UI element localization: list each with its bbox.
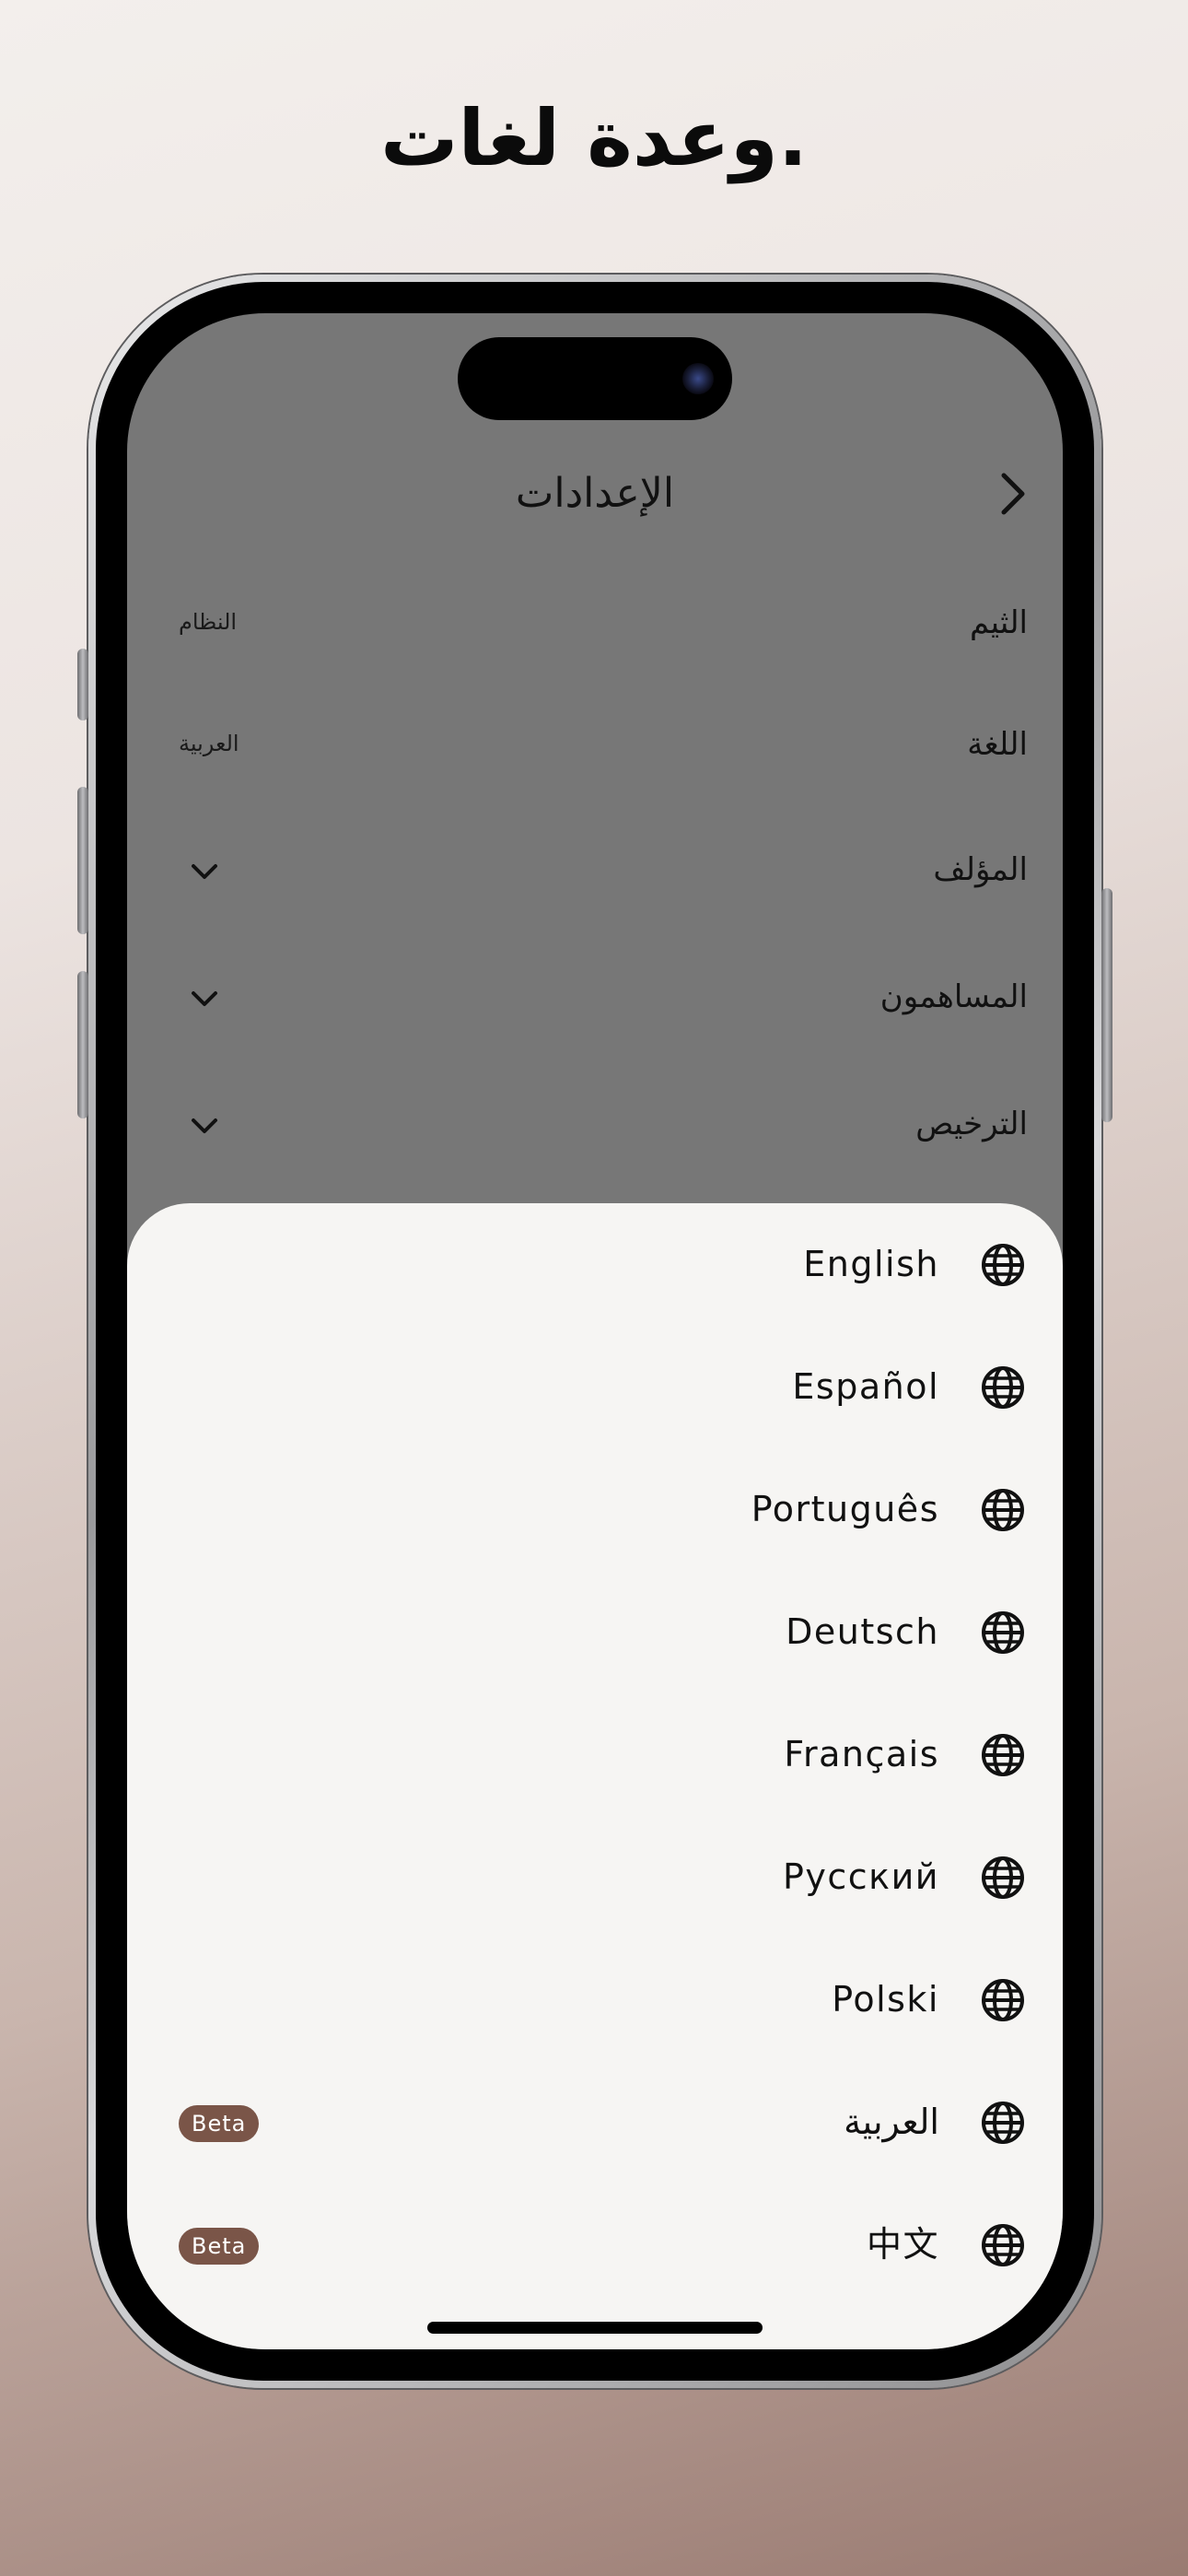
globe-icon: [982, 1856, 1024, 1899]
settings-row-contributors[interactable]: المساهمون: [127, 962, 1063, 1036]
settings-row-author[interactable]: المؤلف: [127, 835, 1063, 908]
settings-row-license[interactable]: الترخيص: [127, 1089, 1063, 1163]
camera-lens: [682, 363, 714, 394]
home-indicator[interactable]: [427, 2322, 763, 2334]
globe-icon: [982, 2102, 1024, 2144]
settings-row-label: المؤلف: [933, 851, 1028, 888]
globe-icon: [982, 1489, 1024, 1531]
settings-row-language[interactable]: اللغة العربية: [127, 709, 1063, 783]
language-option-spanish[interactable]: Español: [127, 1326, 1063, 1448]
back-chevron-icon[interactable]: [989, 470, 1035, 518]
language-label: Português: [751, 1489, 939, 1529]
globe-icon: [982, 1979, 1024, 2021]
page-title: الإعدادات: [515, 470, 675, 517]
globe-icon: [982, 1244, 1024, 1286]
chevron-down-icon: [192, 991, 217, 1006]
settings-row-value: النظام: [179, 609, 238, 635]
settings-row-value: العربية: [179, 731, 239, 756]
volume-down-button: [77, 971, 88, 1118]
language-option-french[interactable]: Français: [127, 1693, 1063, 1816]
chevron-down-icon: [192, 1118, 217, 1133]
globe-icon: [982, 1734, 1024, 1776]
globe-icon: [982, 2224, 1024, 2266]
language-label: 中文: [866, 2224, 939, 2265]
globe-icon: [982, 1366, 1024, 1409]
language-option-polish[interactable]: Polski: [127, 1938, 1063, 2061]
globe-icon: [982, 1611, 1024, 1654]
language-label: English: [803, 1244, 939, 1284]
settings-row-label: اللغة: [967, 726, 1028, 763]
language-label: Deutsch: [786, 1611, 939, 1652]
phone-screen: الإعدادات الثيم النظام اللغة العربية الم…: [127, 313, 1063, 2349]
language-label: Français: [784, 1734, 939, 1774]
language-label: Русский: [782, 1856, 939, 1897]
language-option-arabic[interactable]: Beta العربية: [127, 2061, 1063, 2184]
beta-badge: Beta: [179, 2105, 260, 2142]
chevron-down-icon: [192, 864, 217, 879]
dynamic-island: [458, 337, 732, 420]
settings-row-label: المساهمون: [879, 978, 1028, 1015]
language-option-portuguese[interactable]: Português: [127, 1448, 1063, 1571]
language-option-chinese[interactable]: Beta 中文: [127, 2184, 1063, 2306]
beta-badge: Beta: [179, 2228, 260, 2265]
settings-row-label: الثيم: [970, 604, 1028, 641]
marketing-headline: وعدة لغات.: [380, 93, 808, 183]
language-option-english[interactable]: English: [127, 1203, 1063, 1326]
language-option-russian[interactable]: Русский: [127, 1816, 1063, 1938]
language-label: العربية: [844, 2102, 939, 2142]
action-button: [77, 649, 88, 720]
language-label: Español: [792, 1366, 939, 1407]
language-bottom-sheet: English Español Português Deutsch França…: [127, 1203, 1063, 2349]
settings-row-label: الترخيص: [915, 1106, 1028, 1142]
settings-row-theme[interactable]: الثيم النظام: [127, 588, 1063, 662]
language-option-german[interactable]: Deutsch: [127, 1571, 1063, 1693]
language-label: Polski: [832, 1979, 939, 2020]
power-button: [1101, 888, 1112, 1122]
volume-up-button: [77, 787, 88, 934]
